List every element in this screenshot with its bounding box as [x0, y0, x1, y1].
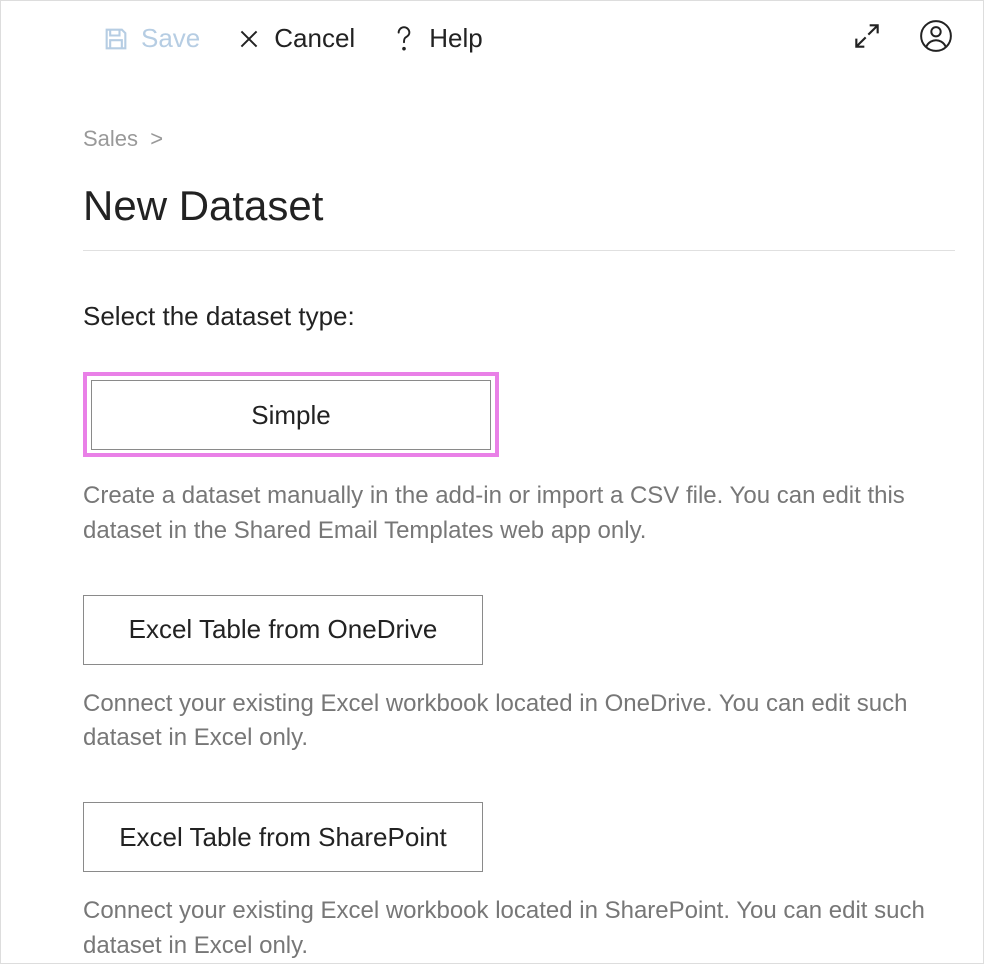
content: Sales > New Dataset Select the dataset t… [1, 76, 983, 964]
option-simple-button[interactable]: Simple [91, 380, 491, 450]
help-button[interactable]: Help [389, 23, 482, 54]
toolbar: Save Cancel Help [1, 1, 983, 76]
toolbar-left: Save Cancel Help [101, 23, 483, 54]
save-label: Save [141, 23, 200, 54]
account-icon[interactable] [919, 19, 953, 58]
help-label: Help [429, 23, 482, 54]
option-sharepoint-desc: Connect your existing Excel workbook loc… [83, 894, 953, 964]
option-label: Simple [251, 400, 330, 431]
page-title: New Dataset [83, 182, 955, 251]
option-label: Excel Table from OneDrive [129, 614, 438, 645]
option-onedrive-button[interactable]: Excel Table from OneDrive [83, 595, 483, 665]
option-highlight: Simple [83, 372, 499, 457]
prompt-label: Select the dataset type: [83, 301, 955, 332]
close-icon [234, 24, 264, 54]
option-label: Excel Table from SharePoint [119, 822, 447, 853]
option-sharepoint-button[interactable]: Excel Table from SharePoint [83, 802, 483, 872]
save-button: Save [101, 23, 200, 54]
save-icon [101, 24, 131, 54]
help-icon [389, 24, 419, 54]
option-onedrive-desc: Connect your existing Excel workbook loc… [83, 687, 953, 757]
breadcrumb[interactable]: Sales > [83, 126, 955, 152]
toolbar-right [851, 19, 953, 58]
expand-icon[interactable] [851, 20, 883, 57]
cancel-button[interactable]: Cancel [234, 23, 355, 54]
breadcrumb-separator: > [150, 126, 163, 151]
cancel-label: Cancel [274, 23, 355, 54]
option-simple-desc: Create a dataset manually in the add-in … [83, 479, 953, 549]
breadcrumb-item[interactable]: Sales [83, 126, 138, 151]
